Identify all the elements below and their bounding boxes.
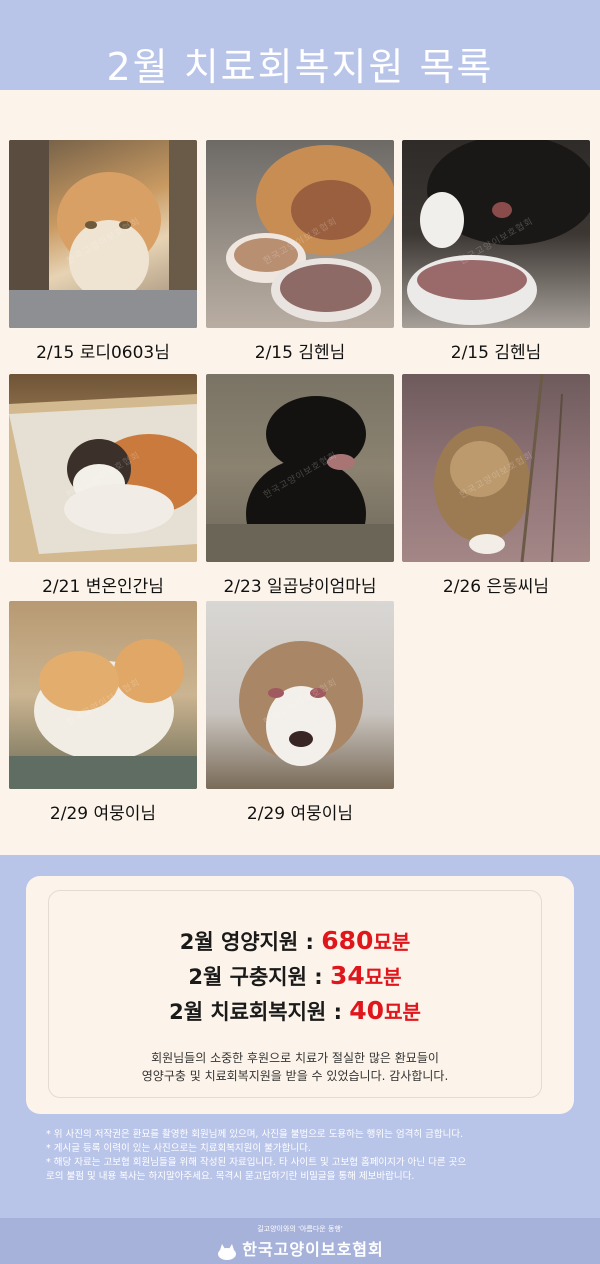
case-caption: 2/29 여뭉이님 (246, 804, 354, 824)
summary-value: 34 (329, 961, 365, 990)
cat-photo: 한국고양이보호협회 (9, 601, 197, 789)
summary-label: 2월 구충지원 : (188, 965, 330, 989)
summary-unit: 묘분 (384, 1000, 421, 1024)
summary-label: 2월 치료회복지원 : (169, 1000, 350, 1024)
footer-org-name: 한국고양이보호협회 (242, 1240, 384, 1259)
footer: 길고양이와의 '아름다운 동행' 한국고양이보호협회 (0, 1218, 600, 1264)
cat-logo-icon (218, 1243, 237, 1260)
summary-unit: 묘분 (373, 930, 411, 954)
summary-value: 40 (349, 996, 385, 1025)
summary-label: 2월 영양지원 : (179, 930, 322, 954)
footer-tagline: 길고양이와의 '아름다운 동행' (257, 1225, 343, 1233)
thanks-line: 회원님들의 소중한 후원으로 치료가 절실한 많은 환묘들이 (151, 1051, 439, 1065)
case-caption: 2/15 로디0603님 (36, 343, 170, 363)
summary-deworm: 2월 구충지원 : 34묘분 (48, 961, 542, 991)
notice-item: * 위 사진의 저작권은 환묘를 촬영한 회원님께 있으며, 사진을 불법으로 … (46, 1129, 464, 1140)
cat-photo: 한국고양이보호협회 (206, 374, 394, 562)
header-banner: 2월 치료회복지원 목록 (0, 0, 600, 90)
case-caption: 2/15 김헨님 (450, 343, 542, 363)
case-caption: 2/29 여뭉이님 (49, 804, 157, 824)
cat-photo: 한국고양이보호협회 (402, 140, 590, 328)
summary-unit: 묘분 (364, 965, 402, 989)
case-caption: 2/15 김헨님 (254, 343, 346, 363)
notice-item: * 해당 자료는 고보협 회원님들을 위해 작성된 자료입니다. 타 사이트 및… (46, 1157, 467, 1168)
case-card[interactable]: 한국고양이보호협회 2/21 변온인간님 (9, 374, 197, 597)
summary-nutrition: 2월 영양지원 : 680묘분 (48, 926, 542, 956)
case-card[interactable]: 한국고양이보호협회 2/29 여뭉이님 (9, 601, 197, 824)
case-card[interactable]: 한국고양이보호협회 2/15 로디0603님 (9, 140, 197, 363)
case-caption: 2/23 일곱냥이엄마님 (223, 577, 377, 597)
cat-photo: 한국고양이보호협회 (206, 601, 394, 789)
case-card[interactable]: 한국고양이보호협회 2/26 은동씨님 (402, 374, 590, 597)
case-card[interactable]: 한국고양이보호협회 2/15 김헨님 (206, 140, 394, 363)
thanks-line: 영양구충 및 치료회복지원을 받을 수 있었습니다. 감사합니다. (141, 1069, 449, 1083)
case-caption: 2/21 변온인간님 (42, 577, 164, 597)
thanks-message: 회원님들의 소중한 후원으로 치료가 절실한 많은 환묘들이 영양구충 및 치료… (48, 1049, 542, 1085)
summary-value: 680 (321, 926, 374, 955)
case-card[interactable]: 한국고양이보호협회 2/15 김헨님 (402, 140, 590, 363)
case-card[interactable]: 한국고양이보호협회 2/23 일곱냥이엄마님 (206, 374, 394, 597)
cat-photo: 한국고양이보호협회 (206, 140, 394, 328)
cat-photo: 한국고양이보호협회 (9, 140, 197, 328)
notice-item: * 게시글 등록 이력이 있는 사진으로는 치료회복지원이 불가합니다. (46, 1143, 311, 1154)
notice-list: * 위 사진의 저작권은 환묘를 촬영한 회원님께 있으며, 사진을 불법으로 … (46, 1128, 566, 1184)
page-title: 2월 치료회복지원 목록 (106, 45, 494, 89)
case-card[interactable]: 한국고양이보호협회 2/29 여뭉이님 (206, 601, 394, 824)
case-caption: 2/26 은동씨님 (442, 577, 550, 597)
cat-photo: 한국고양이보호협회 (9, 374, 197, 562)
footer-org: 한국고양이보호협회 (0, 1236, 600, 1260)
summary-treatment: 2월 치료회복지원 : 40묘분 (48, 996, 542, 1026)
cat-photo: 한국고양이보호협회 (402, 374, 590, 562)
notice-item: 로의 불펌 및 내용 복사는 하지말아주세요. 목격시 묻고답하기란 비밀글을 … (46, 1171, 415, 1182)
